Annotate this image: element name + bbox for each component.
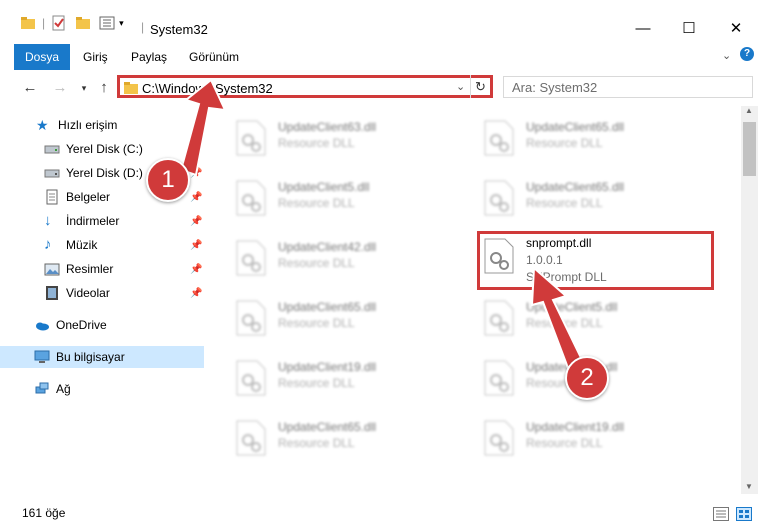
step-badge-2: 2	[565, 356, 609, 400]
arrow-to-address-bar	[179, 78, 227, 177]
arrow-to-file	[530, 265, 585, 370]
step-badge-1: 1	[146, 158, 190, 202]
annotation-arrows	[179, 78, 585, 370]
